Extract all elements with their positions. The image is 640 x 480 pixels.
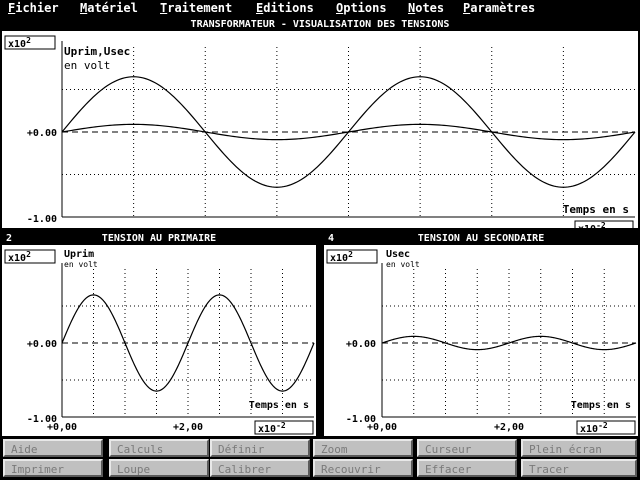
primary-xtick-label: +0,00 <box>47 422 77 433</box>
main-title: TRANSFORMATEUR - VISUALISATION DES TENSI… <box>190 19 450 30</box>
primary-ylabel: Uprim <box>64 248 94 260</box>
primary-xtick-label: +2,00 <box>173 422 203 433</box>
secondary-chart[interactable]: +0.00-1.00+0,00 +2,00Usecen voltTemps en … <box>324 245 638 436</box>
menu-materiel[interactable]: Matériel <box>80 1 138 15</box>
plein-ecran-button[interactable]: Plein écran <box>521 439 637 457</box>
zoom-button[interactable]: Zoom <box>313 439 413 457</box>
effacer-button[interactable]: Effacer <box>417 459 517 477</box>
secondary-xtick-label: +0,00 <box>367 422 397 433</box>
main-ylabel: Uprim,Usec <box>64 45 130 58</box>
menu-fichier[interactable]: Fichier <box>8 1 59 15</box>
main-ytick-label: +0.00 <box>27 128 57 139</box>
main-ylabel-unit: en volt <box>64 59 110 72</box>
secondary-xtick-label: +2,00 <box>494 422 524 433</box>
loupe-button[interactable]: Loupe <box>109 459 209 477</box>
secondary-title-bar[interactable]: 4 TENSION AU SECONDAIRE <box>324 233 638 245</box>
main-xtick-label: +2,00 <box>333 227 363 228</box>
imprimer-button[interactable]: Imprimer <box>3 459 103 477</box>
definir-button[interactable]: Définir <box>210 439 310 457</box>
menu-options[interactable]: Options <box>336 1 387 15</box>
button-bar: Aide Calculs Définir Zoom Curseur Plein … <box>0 436 640 480</box>
primary-xlabel: Temps en s <box>249 400 309 411</box>
main-xtick-label: +1,00 <box>190 227 220 228</box>
menu-notes[interactable]: Notes <box>408 1 444 15</box>
menu-bar: Fichier Matériel Traitement Editions Opt… <box>0 0 640 17</box>
primary-ytick-label: +0.00 <box>27 339 57 350</box>
recouvrir-button[interactable]: Recouvrir <box>313 459 413 477</box>
main-xtick-label: +0,00 <box>47 227 77 228</box>
secondary-ytick-label: +0.00 <box>346 339 376 350</box>
secondary-ylabel: Usec <box>386 249 410 260</box>
secondary-title: TENSION AU SECONDAIRE <box>417 233 545 244</box>
secondary-ylabel-unit: en volt <box>386 260 420 269</box>
secondary-xlabel: Temps en s <box>571 400 631 411</box>
main-xtick-label: +3,00 <box>477 227 507 228</box>
primary-ylabel-unit: en volt <box>64 260 98 269</box>
main-title-bar[interactable]: TRANSFORMATEUR - VISUALISATION DES TENSI… <box>2 19 638 31</box>
menu-traitement[interactable]: Traitement <box>160 1 232 15</box>
menu-editions[interactable]: Editions <box>256 1 314 15</box>
main-xlabel: Temps en s <box>563 203 629 216</box>
calculs-button[interactable]: Calculs <box>109 439 209 457</box>
primary-title: TENSION AU PRIMAIRE <box>101 233 217 244</box>
secondary-window: 4 TENSION AU SECONDAIRE +0.00 -1.00 +0,00 +… <box>324 233 638 436</box>
curseur-button[interactable]: Curseur <box>417 439 517 457</box>
main-ytick-label: -1.00 <box>27 214 57 225</box>
primary-window: 2 TENSION AU PRIMAIRE +0.00 -1.00 +0,00 +2,… <box>2 233 316 436</box>
primary-chart[interactable]: +0.00-1.00+0,00 +2,00Uprimen voltTemps en… <box>2 245 316 436</box>
main-window: TRANSFORMATEUR - VISUALISATION DES TENSI… <box>2 19 638 228</box>
calibrer-button[interactable]: Calibrer <box>210 459 310 477</box>
tracer-button[interactable]: Tracer <box>521 459 637 477</box>
primary-title-bar[interactable]: 2 TENSION AU PRIMAIRE <box>2 233 316 245</box>
menu-parametres[interactable]: Paramètres <box>463 1 535 15</box>
aide-button[interactable]: Aide <box>3 439 103 457</box>
main-chart[interactable]: +0.00 -1.00 +0,00 +1,00 +2,00 +3,00 Uprim,Usec… <box>2 31 638 228</box>
